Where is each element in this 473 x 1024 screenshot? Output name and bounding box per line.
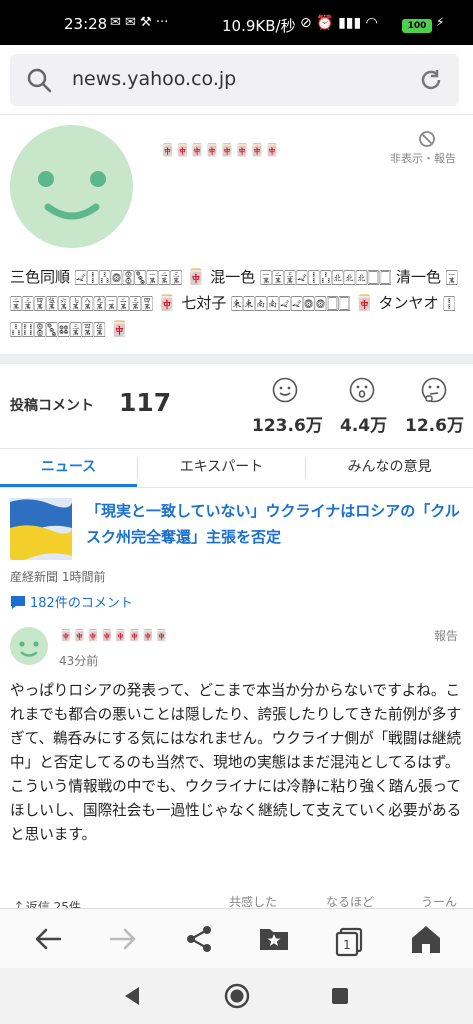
- status-icons: ⊘ ⏰ ▮▮▮ ◠: [300, 15, 378, 31]
- article-thumbnail[interactable]: [10, 498, 72, 560]
- profile-bio: 三色同順 🀐🀑🀒🀙🀚🀛🀇🀈🀉 🀄 混一色 🀇🀈🀉🀐🀑🀒🀃🀃🀃🀆🀆 清一色 🀇🀈🀉…: [10, 268, 458, 338]
- url-text[interactable]: news.yahoo.co.jp: [72, 68, 236, 90]
- system-recents-icon[interactable]: [330, 986, 350, 1006]
- profile-name: 🀄🀄🀄🀄🀄🀄🀄🀄: [160, 143, 280, 157]
- status-bar: 23:28 ✉ ✉ ⚒ ··· 10.9KB/秒 ⊘ ⏰ ▮▮▮ ◠ 100 ⚡: [0, 0, 473, 45]
- system-home-icon[interactable]: [224, 983, 250, 1009]
- browser-toolbar: news.yahoo.co.jp: [0, 45, 473, 115]
- reaction-count-thinking: 12.6万: [405, 416, 464, 436]
- comment-report-link[interactable]: 報告: [434, 627, 458, 644]
- bookmark-folder-icon[interactable]: [256, 921, 292, 957]
- smile-icon: [272, 377, 298, 403]
- article-comments-label: 182件のコメント: [30, 596, 133, 611]
- address-bar[interactable]: news.yahoo.co.jp: [10, 54, 459, 106]
- tabs-icon[interactable]: 1: [332, 921, 368, 957]
- hide-icon[interactable]: [418, 130, 436, 152]
- section-divider: [0, 354, 473, 364]
- smiley-face-icon: [38, 171, 106, 220]
- thinking-icon: [421, 377, 447, 403]
- comment-avatar[interactable]: [10, 627, 48, 665]
- status-time: 23:28: [64, 15, 108, 33]
- browser-bottom-nav: 1: [0, 908, 473, 968]
- profile-avatar: [10, 125, 133, 248]
- reaction-count-smile: 123.6万: [252, 416, 323, 436]
- comment-count-label: 投稿コメント: [10, 398, 94, 414]
- forward-icon[interactable]: [105, 921, 141, 957]
- article-title[interactable]: 「現実と一致していない」ウクライナはロシアの「クルスク州完全奪還」主張を否定: [86, 498, 466, 550]
- article-comments-link[interactable]: 182件のコメント: [10, 592, 133, 611]
- charging-icon: ⚡: [436, 15, 445, 29]
- network-speed: 10.9KB/秒: [222, 17, 296, 35]
- tab-bar: ニュース エキスパート みんなの意見: [0, 448, 473, 488]
- comment-body: やっぱりロシアの発表って、どこまで本当か分からないですよね。これまでも都合の悪い…: [10, 682, 462, 843]
- back-icon[interactable]: [30, 921, 66, 957]
- surprised-icon: [349, 377, 375, 403]
- smiley-face-icon: [19, 641, 39, 657]
- comment-username[interactable]: 🀄🀄🀄🀄🀄🀄🀄🀄: [59, 629, 169, 642]
- home-icon[interactable]: [408, 921, 444, 957]
- tab-news[interactable]: ニュース: [0, 449, 137, 487]
- battery-icon: 100: [402, 19, 432, 33]
- svg-text:1: 1: [343, 938, 351, 952]
- system-nav-bar: [0, 968, 473, 1024]
- comment-time: 43分前: [59, 654, 99, 668]
- reload-icon[interactable]: [418, 67, 444, 93]
- search-icon: [27, 68, 52, 93]
- share-icon[interactable]: [181, 921, 217, 957]
- system-back-icon[interactable]: [120, 984, 144, 1008]
- article-source: 産経新聞 1時間前: [10, 570, 106, 584]
- notification-icons: ✉ ✉ ⚒ ···: [110, 15, 169, 30]
- tab-opinions[interactable]: みんなの意見: [306, 449, 473, 487]
- comment-count: 117: [119, 388, 172, 417]
- comment-icon: [11, 596, 25, 609]
- reaction-count-surprised: 4.4万: [340, 416, 388, 436]
- tab-expert[interactable]: エキスパート: [138, 449, 305, 487]
- hide-report-link[interactable]: 非表示・報告: [390, 150, 456, 166]
